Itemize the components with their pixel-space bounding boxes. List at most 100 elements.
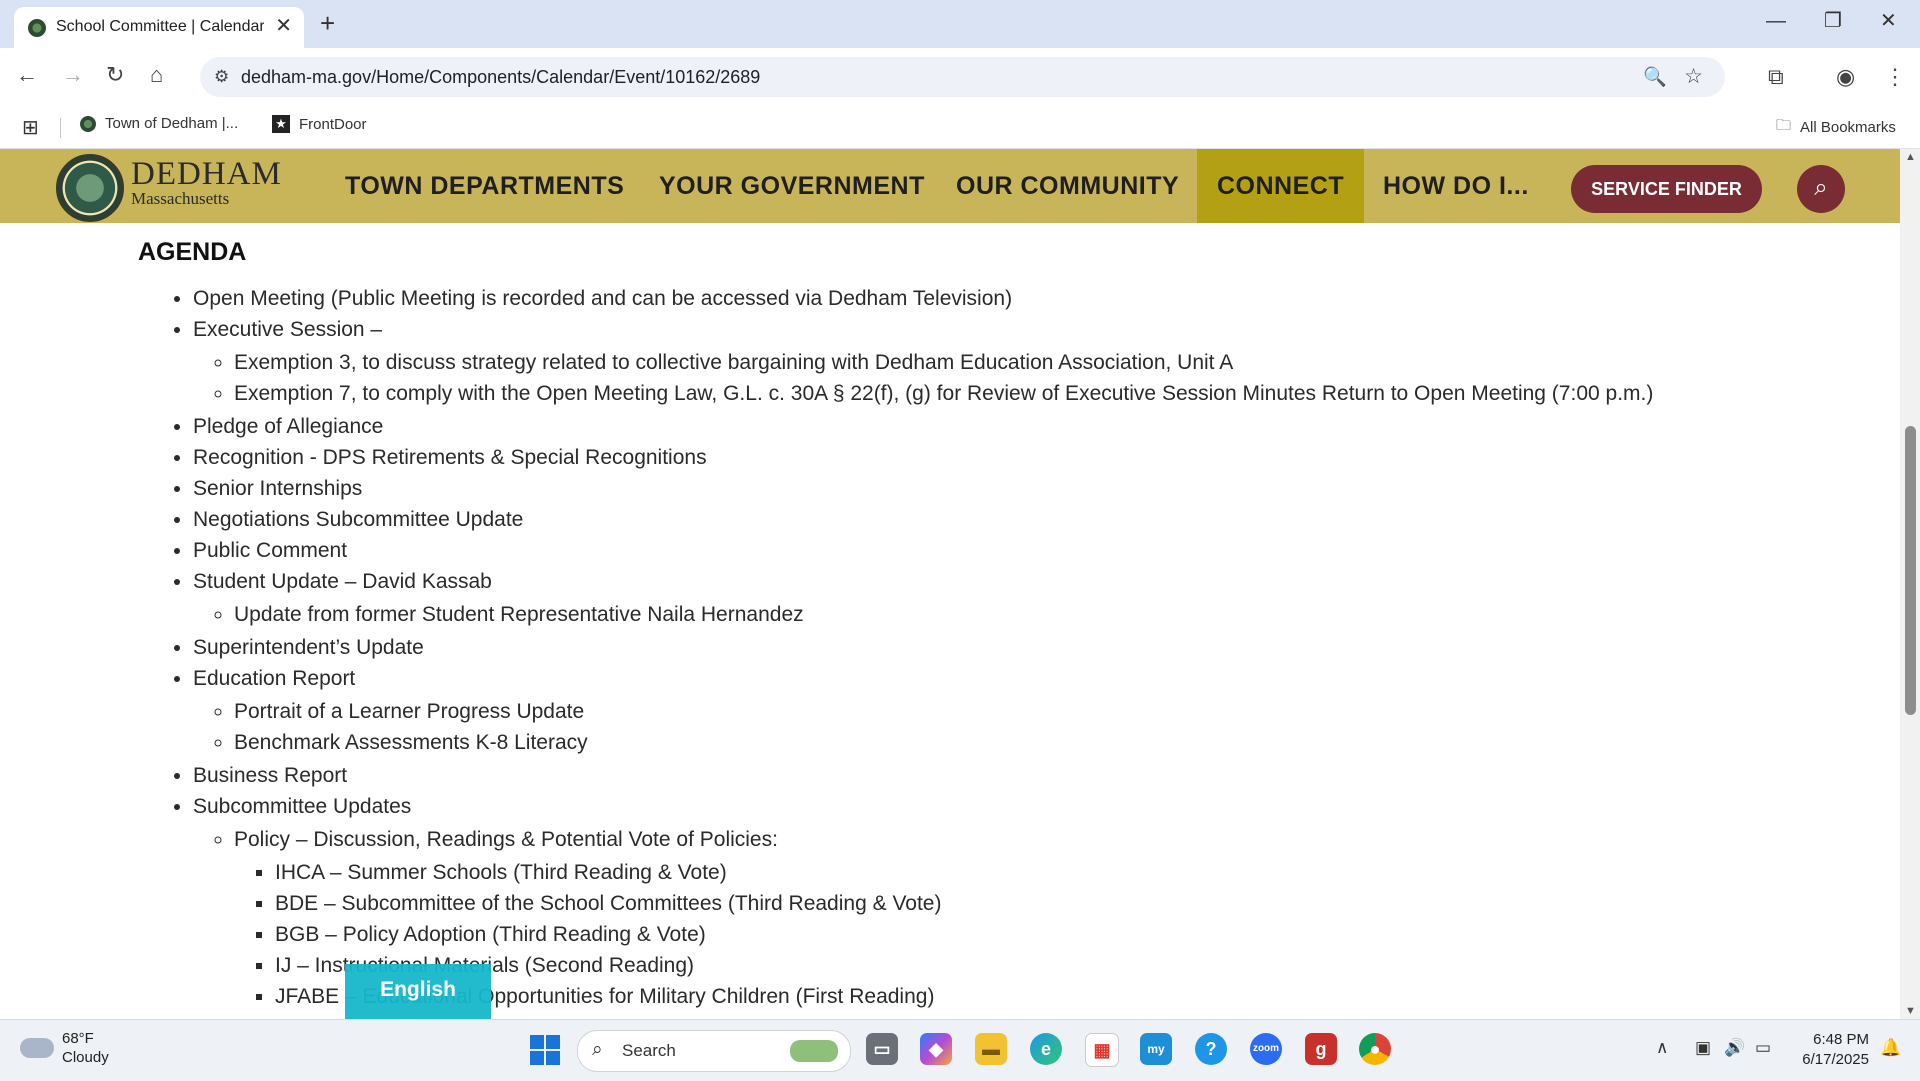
close-tab-icon[interactable]: ✕ — [275, 16, 292, 36]
new-tab-icon[interactable]: + — [320, 9, 335, 37]
edge-icon[interactable]: e — [1030, 1033, 1062, 1065]
taskbar-search[interactable]: ⌕ Search — [577, 1030, 851, 1072]
translate-language-button[interactable]: English — [345, 964, 491, 1019]
tab-strip: School Committee | Calendar | Town ✕ + —… — [0, 0, 1920, 48]
bookmark-label: FrontDoor — [299, 115, 367, 133]
site-header: DEDHAM Massachusetts TOWN DEPARTMENTS YO… — [0, 149, 1900, 223]
zoom-app-icon[interactable]: zoom — [1250, 1033, 1282, 1065]
windows-start-icon[interactable] — [530, 1035, 560, 1065]
profile-icon[interactable]: ◉ — [1836, 64, 1855, 90]
weather-temp: 68°F — [62, 1030, 94, 1047]
agenda-item: Negotiations Subcommittee Update — [193, 504, 1653, 535]
agenda-item-text: Education Report — [193, 667, 356, 690]
chrome-icon[interactable]: ● — [1359, 1033, 1391, 1065]
agenda-heading: AGENDA — [138, 238, 247, 266]
site-logo[interactable]: DEDHAM Massachusetts — [131, 157, 282, 207]
weather-widget[interactable]: 68°F Cloudy — [20, 1029, 109, 1067]
service-finder-button[interactable]: SERVICE FINDER — [1571, 165, 1762, 213]
site-info-icon[interactable]: ⚙ — [214, 67, 229, 87]
apps-grid-icon[interactable]: ⊞ — [22, 115, 39, 140]
site-search-button[interactable]: ⌕ — [1797, 165, 1845, 213]
agenda-item-text: Executive Session – — [193, 318, 383, 341]
agenda-item: Executive Session – Exemption 3, to disc… — [193, 314, 1653, 409]
agenda-item: Recognition - DPS Retirements & Special … — [193, 442, 1653, 473]
browser-toolbar: ← → ↻ ⌂ ⚙ dedham-ma.gov/Home/Components/… — [0, 48, 1920, 108]
notification-bell-icon[interactable]: 🔔 — [1880, 1038, 1901, 1058]
logo-name: DEDHAM — [131, 156, 282, 192]
browser-tab[interactable]: School Committee | Calendar | Town ✕ — [14, 7, 304, 48]
agenda-item-text: Subcommittee Updates — [193, 795, 412, 818]
help-app-icon[interactable]: ? — [1195, 1033, 1227, 1065]
back-icon[interactable]: ← — [16, 62, 38, 88]
store-icon[interactable]: ▦ — [1085, 1033, 1119, 1067]
url-text[interactable]: dedham-ma.gov/Home/Components/Calendar/E… — [241, 67, 760, 88]
agenda-item: Student Update – David Kassab Update fro… — [193, 566, 1653, 630]
restore-icon[interactable]: ❐ — [1824, 10, 1842, 32]
bookmarks-divider — [60, 118, 61, 138]
policy-item: BDE – Subcommittee of the School Committ… — [275, 888, 1653, 919]
agenda-subitem-text: Policy – Discussion, Readings & Potentia… — [234, 828, 778, 851]
agenda-sublist: Portrait of a Learner Progress Update Be… — [193, 696, 1653, 758]
logo-subtitle: Massachusetts — [131, 189, 230, 208]
scroll-thumb[interactable] — [1905, 426, 1916, 715]
search-highlight-icon — [790, 1040, 838, 1062]
tray-chevron-icon[interactable]: ∧ — [1656, 1038, 1668, 1058]
volume-icon[interactable]: 🔊 — [1724, 1038, 1745, 1058]
search-icon: ⌕ — [1814, 174, 1828, 201]
mylo-app-icon[interactable]: my — [1140, 1033, 1172, 1065]
nav-how-do-i[interactable]: HOW DO I... — [1383, 149, 1529, 223]
agenda-subitem: Portrait of a Learner Progress Update — [234, 696, 1653, 727]
agenda-sublist: Update from former Student Representativ… — [193, 599, 1653, 630]
agenda-subitem: Exemption 3, to discuss strategy related… — [234, 347, 1653, 378]
cloud-icon — [20, 1038, 54, 1058]
taskbar-search-label: Search — [622, 1041, 676, 1060]
clock-date: 6/17/2025 — [1802, 1051, 1869, 1068]
windows-taskbar: 68°F Cloudy ⌕ Search ▭ ◆ ▬ e ▦ my ? zoom… — [0, 1019, 1920, 1081]
task-view-icon[interactable]: ▭ — [866, 1033, 898, 1065]
agenda-item: Pledge of Allegiance — [193, 411, 1653, 442]
page-scrollbar[interactable]: ▲ ▼ — [1900, 149, 1920, 1019]
minimize-icon[interactable]: — — [1766, 10, 1786, 32]
town-seal-logo[interactable] — [56, 154, 124, 222]
policy-item: IHCA – Summer Schools (Third Reading & V… — [275, 857, 1653, 888]
nav-your-government[interactable]: YOUR GOVERNMENT — [659, 149, 925, 223]
reload-icon[interactable]: ↻ — [106, 62, 124, 88]
nav-our-community[interactable]: OUR COMMUNITY — [956, 149, 1179, 223]
main-content: AGENDA Open Meeting (Public Meeting is r… — [0, 223, 1900, 1019]
agenda-item: Senior Internships — [193, 473, 1653, 504]
agenda-item: Education Report Portrait of a Learner P… — [193, 663, 1653, 758]
battery-icon[interactable]: ▭ — [1755, 1038, 1771, 1058]
bookmark-town-of-dedham[interactable]: Town of Dedham |... — [80, 115, 238, 132]
folder-icon: 🗀 — [1776, 117, 1792, 134]
tab-search-icon[interactable]: ⧉ — [1768, 64, 1784, 90]
address-bar[interactable]: ⚙ dedham-ma.gov/Home/Components/Calendar… — [200, 57, 1725, 97]
weather-desc: Cloudy — [62, 1049, 109, 1066]
window-close-icon[interactable]: ✕ — [1880, 10, 1897, 32]
all-bookmarks[interactable]: 🗀 All Bookmarks — [1776, 115, 1896, 140]
bookmark-frontdoor[interactable]: ★ FrontDoor — [272, 115, 367, 133]
agenda-list: Open Meeting (Public Meeting is recorded… — [139, 283, 1653, 1014]
bookmark-star-icon[interactable]: ☆ — [1684, 64, 1703, 89]
network-icon[interactable]: ▣ — [1695, 1038, 1711, 1058]
system-clock[interactable]: 6:48 PM 6/17/2025 — [1793, 1030, 1869, 1070]
nav-town-departments[interactable]: TOWN DEPARTMENTS — [345, 149, 624, 223]
home-icon[interactable]: ⌂ — [150, 62, 163, 88]
zoom-icon[interactable]: 🔍 — [1643, 65, 1667, 89]
dedham-favicon-icon — [80, 115, 96, 132]
nav-connect[interactable]: CONNECT — [1197, 149, 1365, 223]
agenda-subitem: Update from former Student Representativ… — [234, 599, 1653, 630]
agenda-item: Superintendent’s Update — [193, 632, 1653, 663]
agenda-item-text: Student Update – David Kassab — [193, 570, 492, 593]
forward-icon[interactable]: → — [62, 62, 84, 88]
file-explorer-icon[interactable]: ▬ — [975, 1033, 1007, 1065]
agenda-sublist: Exemption 3, to discuss strategy related… — [193, 347, 1653, 409]
dedham-favicon-icon — [28, 19, 46, 37]
copilot-icon[interactable]: ◆ — [920, 1033, 952, 1065]
gradebook-app-icon[interactable]: g — [1305, 1033, 1337, 1065]
bookmark-label: Town of Dedham |... — [105, 115, 239, 132]
scroll-down-arrow-icon[interactable]: ▼ — [1905, 1005, 1916, 1017]
search-icon: ⌕ — [592, 1039, 603, 1060]
agenda-subitem: Benchmark Assessments K-8 Literacy — [234, 727, 1653, 758]
scroll-up-arrow-icon[interactable]: ▲ — [1905, 151, 1916, 163]
menu-icon[interactable]: ⋮ — [1884, 64, 1906, 90]
